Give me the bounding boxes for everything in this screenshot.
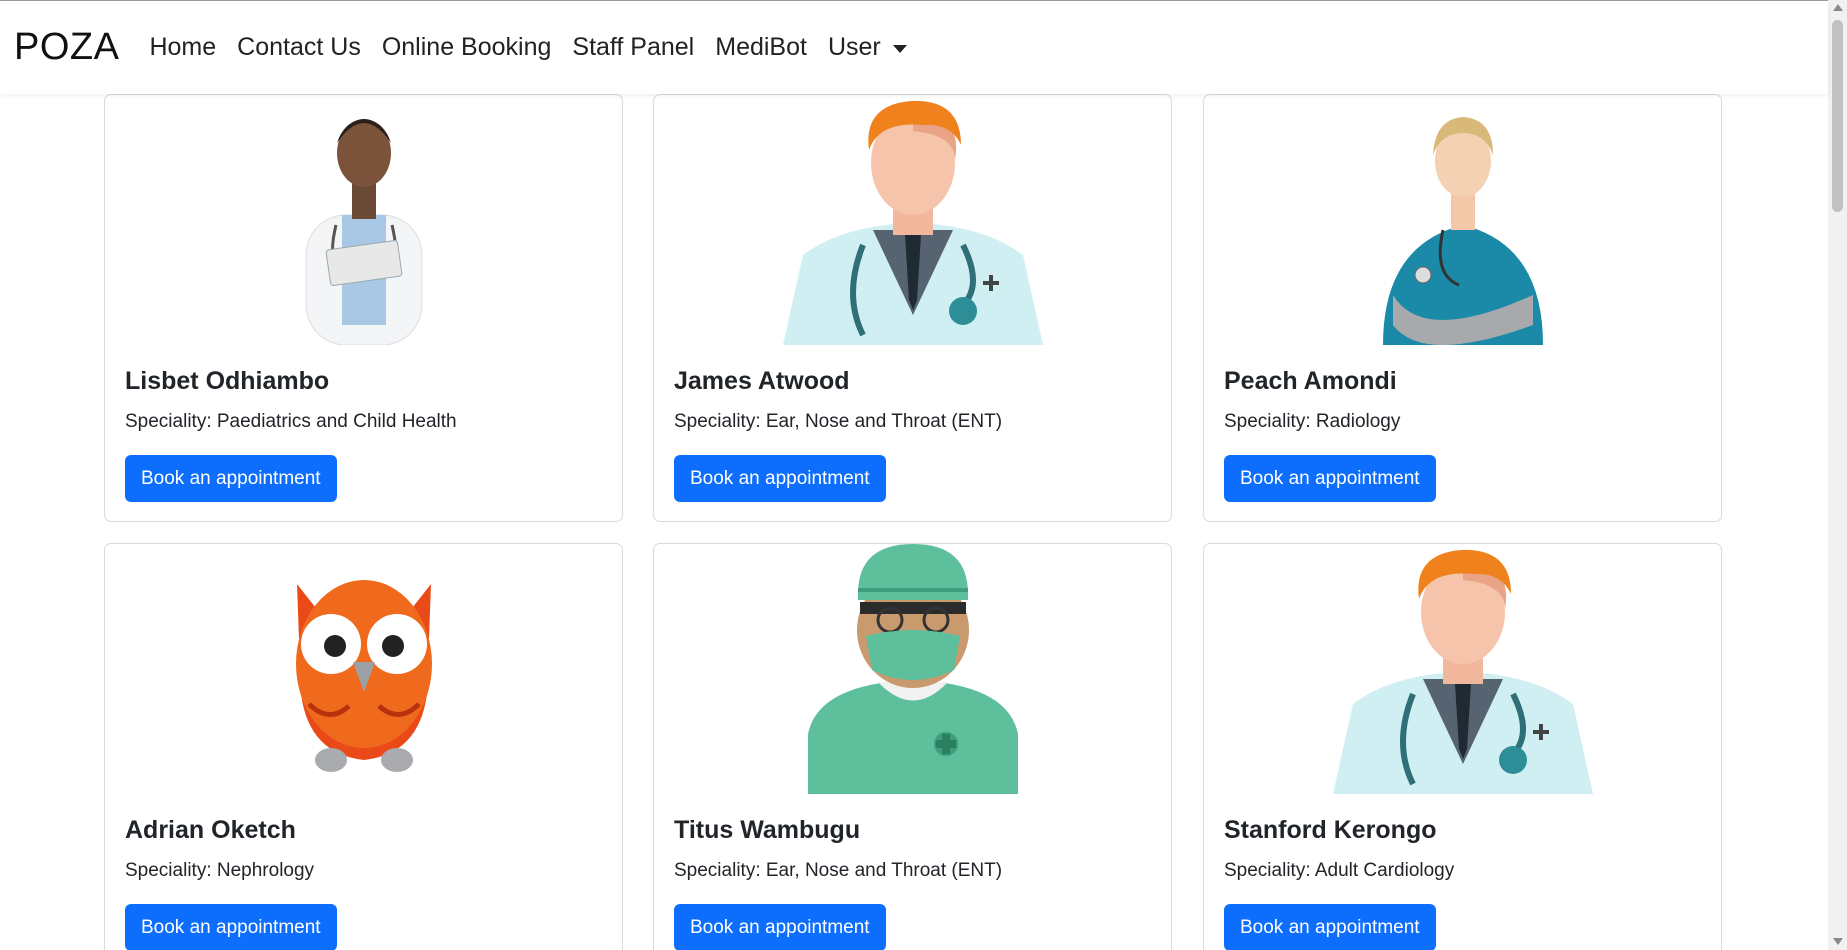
- doctor-speciality: Speciality: Adult Cardiology: [1224, 860, 1455, 881]
- doctor-card: James Atwood Speciality: Ear, Nose and T…: [653, 94, 1172, 522]
- book-appointment-button[interactable]: Book an appointment: [674, 904, 886, 950]
- doctor-name: Peach Amondi: [1224, 367, 1397, 395]
- user-dropdown-label: User: [827, 33, 881, 61]
- scroll-up-arrow-icon[interactable]: [1833, 4, 1843, 11]
- doctor-card: Peach Amondi Speciality: Radiology Book …: [1203, 94, 1722, 522]
- navbar: POZA Home Contact Us Online Booking Staf…: [0, 1, 1828, 94]
- caret-down-icon: [892, 44, 907, 53]
- doctor-speciality: Speciality: Nephrology: [125, 860, 315, 881]
- book-appointment-button[interactable]: Book an appointment: [1224, 904, 1436, 950]
- scroll-down-arrow-icon[interactable]: [1833, 938, 1843, 945]
- nav-link-medibot[interactable]: MediBot: [715, 33, 807, 62]
- doctors-grid: Lisbet Odhiambo Speciality: Paediatrics …: [0, 94, 1828, 950]
- doctor-name: Adrian Oketch: [125, 816, 296, 844]
- brand-logo[interactable]: POZA: [14, 26, 119, 69]
- doctor-name: Lisbet Odhiambo: [125, 367, 330, 395]
- nurse-icon: [1382, 117, 1543, 345]
- nav-link-online-booking[interactable]: Online Booking: [382, 33, 552, 62]
- book-appointment-button[interactable]: Book an appointment: [1224, 455, 1436, 502]
- doctor-photo: [105, 95, 622, 345]
- doctor-photo: [654, 95, 1171, 345]
- female-doctor-icon: [305, 119, 422, 345]
- owl-icon: [295, 580, 432, 772]
- scrollbar-thumb[interactable]: [1832, 20, 1843, 212]
- nav-link-staff-panel[interactable]: Staff Panel: [572, 33, 694, 62]
- doctor-photo: [1204, 544, 1721, 794]
- user-dropdown[interactable]: User: [828, 33, 907, 62]
- doctor-photo: [1204, 95, 1721, 345]
- doctor-card: Titus Wambugu Speciality: Ear, Nose and …: [653, 543, 1172, 950]
- doctor-speciality: Speciality: Radiology: [1224, 411, 1401, 432]
- male-doctor-icon: [782, 100, 1043, 345]
- doctor-name: James Atwood: [674, 367, 850, 395]
- doctor-name: Titus Wambugu: [674, 816, 861, 844]
- book-appointment-button[interactable]: Book an appointment: [125, 455, 337, 502]
- nav-link-home[interactable]: Home: [149, 33, 216, 62]
- doctor-card: Adrian Oketch Speciality: Nephrology Boo…: [104, 543, 623, 950]
- doctor-photo: [654, 544, 1171, 794]
- doctor-card: Lisbet Odhiambo Speciality: Paediatrics …: [104, 94, 623, 522]
- doctor-photo: [105, 544, 622, 794]
- doctor-card: Stanford Kerongo Speciality: Adult Cardi…: [1203, 543, 1722, 950]
- nav-link-contact-us[interactable]: Contact Us: [237, 33, 361, 62]
- book-appointment-button[interactable]: Book an appointment: [125, 904, 337, 950]
- vertical-scrollbar[interactable]: [1828, 0, 1847, 950]
- doctor-speciality: Speciality: Paediatrics and Child Health: [125, 411, 457, 432]
- doctor-name: Stanford Kerongo: [1224, 816, 1437, 844]
- doctor-speciality: Speciality: Ear, Nose and Throat (ENT): [674, 860, 1003, 881]
- male-doctor-icon: [1332, 549, 1593, 794]
- book-appointment-button[interactable]: Book an appointment: [674, 455, 886, 502]
- doctor-speciality: Speciality: Ear, Nose and Throat (ENT): [674, 411, 1003, 432]
- surgeon-icon: [807, 544, 1018, 794]
